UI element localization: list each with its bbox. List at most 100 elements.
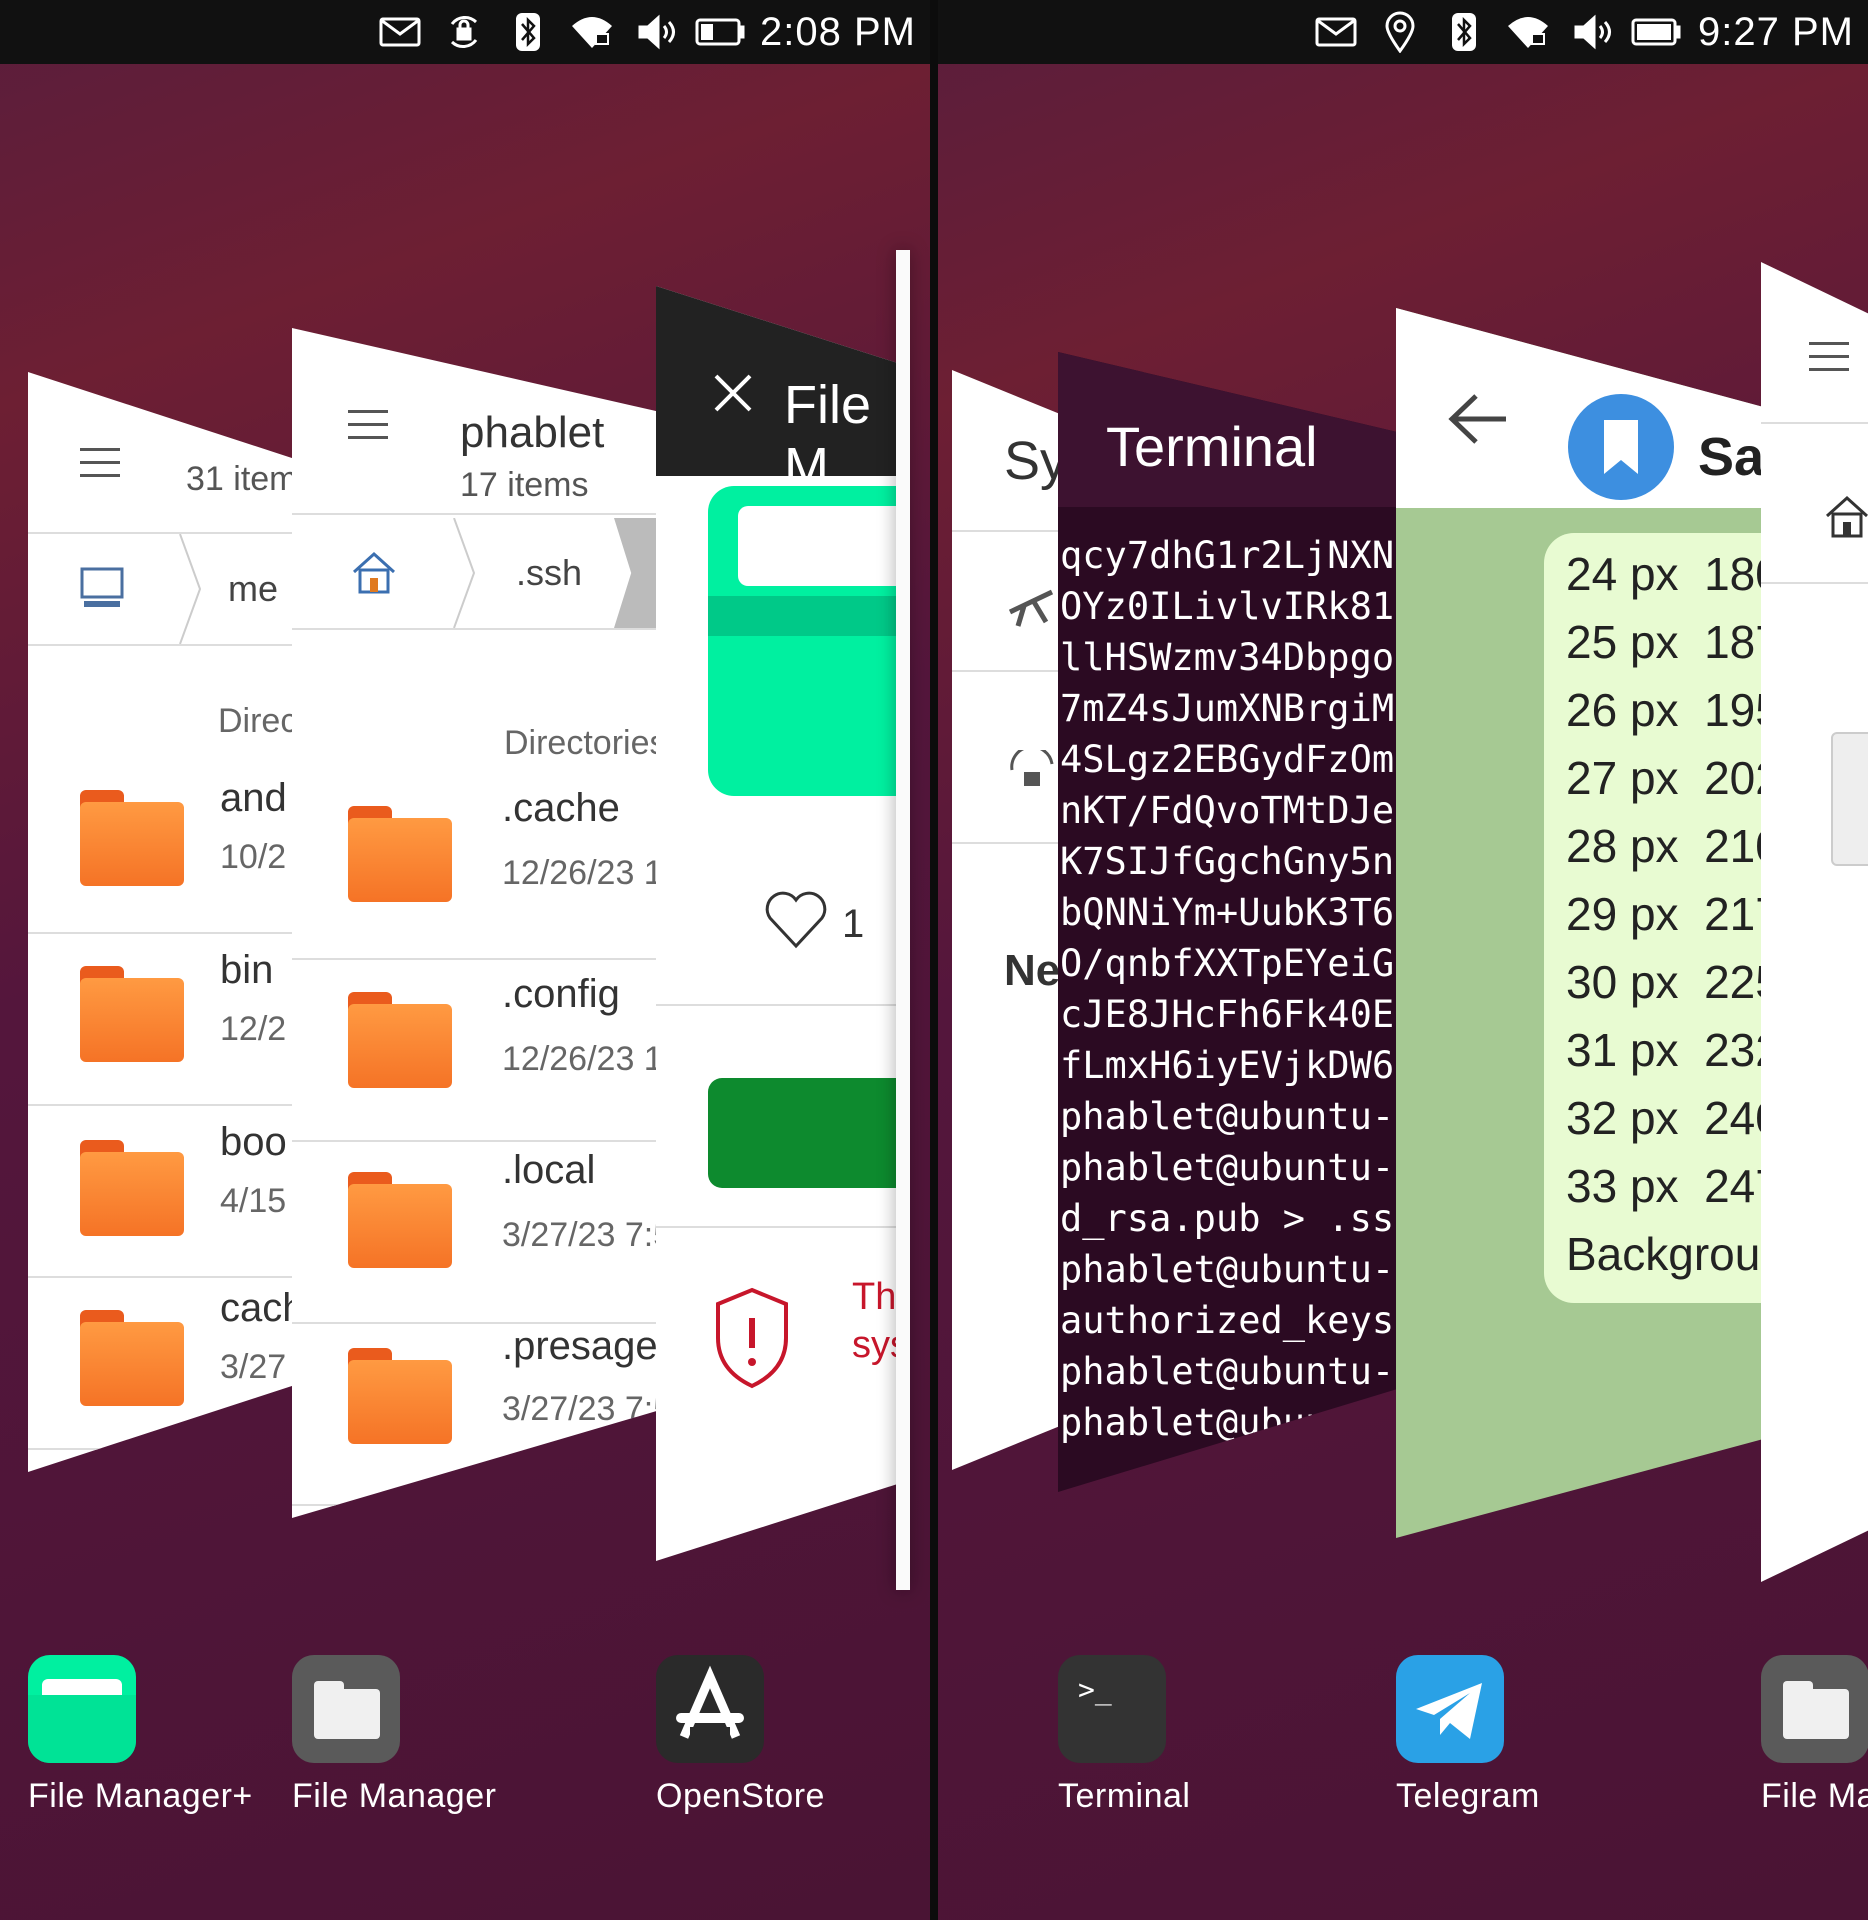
file-manager-icon bbox=[1761, 1655, 1868, 1763]
list-item[interactable]: .config 12/26/23 1: bbox=[292, 960, 657, 1142]
dock-label: File Manager bbox=[292, 1777, 497, 1815]
battery-icon bbox=[1624, 10, 1688, 54]
dock-openstore[interactable]: OpenStore bbox=[656, 1655, 824, 1815]
list-item[interactable]: .local 3/27/23 7:5 bbox=[292, 1142, 657, 1324]
font-size-value: 187 bbox=[1704, 616, 1761, 668]
terminal-line: cJE8JHcFh6Fk40E bbox=[1060, 993, 1395, 1036]
list-item[interactable]: .cache 12/26/23 1: bbox=[292, 774, 657, 960]
openstore-header: File M bbox=[656, 286, 896, 497]
dock-file-manager-plus[interactable]: File Manager+ bbox=[28, 1655, 252, 1815]
terminal-line: O/qnbfXXTpEYeiG bbox=[1060, 942, 1395, 985]
terminal-line: qcy7dhG1r2LjNXN bbox=[1060, 534, 1395, 577]
font-size-value: 217 bbox=[1704, 888, 1761, 940]
list-item[interactable]: .presage 3/27/23 7:5 bbox=[292, 1324, 657, 1506]
file-manager-window-card[interactable] bbox=[1761, 262, 1868, 1582]
row-date: 12/26/23 1: bbox=[502, 854, 657, 892]
terminal-line: bQNNiYm+UubK3T6 bbox=[1060, 891, 1395, 934]
dock-file-manager[interactable]: File Manager bbox=[292, 1655, 496, 1815]
terminal-line: phablet@ubuntu- bbox=[1060, 1146, 1395, 1189]
item-count: 31 item bbox=[186, 460, 298, 498]
home-icon[interactable] bbox=[1823, 494, 1868, 545]
terminal-window-card[interactable]: Terminal qcy7dhG1r2LjNXN OYz0ILivlvIRk81… bbox=[1058, 352, 1396, 1492]
row-name: boo bbox=[220, 1120, 287, 1164]
folder-icon bbox=[80, 790, 184, 886]
system-settings-card[interactable]: Sy Ne bbox=[952, 370, 1060, 1470]
folder-icon bbox=[348, 1348, 452, 1444]
volume-icon bbox=[624, 10, 688, 54]
message-text: Backgroun bbox=[1566, 1228, 1761, 1280]
shield-warning-icon bbox=[712, 1286, 792, 1395]
terminal-icon: >_ bbox=[1058, 1655, 1166, 1763]
mail-icon bbox=[1304, 10, 1368, 54]
breadcrumb-segment[interactable]: me bbox=[228, 534, 278, 644]
settings-title: Sy bbox=[1004, 431, 1060, 491]
heart-icon[interactable] bbox=[764, 890, 828, 955]
list-item[interactable]: and 10/2 bbox=[28, 762, 298, 934]
dock-telegram[interactable]: Telegram bbox=[1396, 1655, 1539, 1815]
window-card-edge[interactable] bbox=[896, 250, 910, 1590]
saved-messages-avatar bbox=[1568, 394, 1674, 500]
dock-file-manager[interactable]: File Ma bbox=[1761, 1655, 1868, 1815]
right-phone-screen: 9:27 PM Sy Ne Terminal qcy7dhG1r2LjNXN O… bbox=[938, 0, 1868, 1920]
menu-icon[interactable] bbox=[348, 410, 388, 440]
warning-text: Thi bbox=[852, 1276, 896, 1318]
section-header: Direc bbox=[218, 702, 298, 740]
location-icon bbox=[1368, 10, 1432, 54]
terminal-line: d_rsa.pub > .ss bbox=[1060, 1197, 1395, 1240]
row-name: .cache bbox=[502, 786, 620, 830]
battery-icon bbox=[688, 10, 752, 54]
list-item[interactable]: boo 4/15 bbox=[28, 1106, 298, 1278]
message-bubble[interactable]: 24 px 180 25 px 187 26 px 195 27 px 202 … bbox=[1544, 533, 1761, 1303]
close-icon[interactable] bbox=[712, 372, 754, 419]
font-size-value: 240 bbox=[1704, 1092, 1761, 1144]
file-manager-window-card[interactable]: 31 item me Direc and 10/2 bin 12/2 boo 4… bbox=[28, 372, 298, 1472]
openstore-app-card[interactable]: File M 1 Thi sys bbox=[656, 286, 896, 1561]
list-item[interactable]: bin 12/2 bbox=[28, 934, 298, 1106]
left-phone-screen: 2:08 PM 31 item me Direc and 10/2 bin 12… bbox=[0, 0, 930, 1920]
font-size-label: 29 px bbox=[1566, 888, 1679, 940]
font-size-label: 30 px bbox=[1566, 956, 1679, 1008]
status-bar: 9:27 PM bbox=[938, 0, 1868, 64]
row-date: 3/27/23 7:5 bbox=[502, 1216, 657, 1254]
menu-icon[interactable] bbox=[1809, 342, 1849, 372]
folder-icon bbox=[348, 1172, 452, 1268]
row-name: cach bbox=[220, 1286, 298, 1330]
font-size-label: 25 px bbox=[1566, 616, 1679, 668]
rotation-lock-icon[interactable] bbox=[1006, 745, 1060, 805]
app-logo bbox=[708, 486, 896, 796]
list-item[interactable]: cach 3/27 bbox=[28, 1278, 298, 1450]
font-size-value: 210 bbox=[1704, 820, 1761, 872]
terminal-line: phablet@ubuntu- bbox=[1060, 1248, 1395, 1291]
row-date: 10/2 bbox=[220, 838, 287, 876]
chat-title: Sav bbox=[1698, 427, 1761, 487]
dock-label: Telegram bbox=[1396, 1777, 1540, 1815]
openstore-icon bbox=[656, 1655, 764, 1763]
row-date: 12/2 bbox=[220, 1010, 287, 1048]
computer-icon[interactable] bbox=[78, 534, 126, 644]
warning-text: sys bbox=[852, 1324, 896, 1366]
font-size-label: 26 px bbox=[1566, 684, 1679, 736]
folder-icon bbox=[348, 992, 452, 1088]
row-date: 12/26/23 1: bbox=[502, 1040, 657, 1078]
breadcrumb-segment[interactable]: .ssh bbox=[516, 518, 582, 628]
dialog-edge bbox=[1831, 732, 1868, 866]
telegram-window-card[interactable]: Sav 24 px 180 25 px 187 26 px 195 27 px … bbox=[1396, 308, 1761, 1538]
volume-icon bbox=[1560, 10, 1624, 54]
bluetooth-icon bbox=[496, 10, 560, 54]
phablet-file-manager-card[interactable]: phablet 17 items .ssh Directories .cache… bbox=[292, 328, 657, 1518]
font-size-value: 202 bbox=[1704, 752, 1761, 804]
terminal-line: 7mZ4sJumXNBrgiM bbox=[1060, 687, 1395, 730]
item-count: 17 items bbox=[460, 466, 589, 504]
telegram-icon bbox=[1396, 1655, 1504, 1763]
dock-terminal[interactable]: >_ Terminal bbox=[1058, 1655, 1190, 1815]
menu-icon[interactable] bbox=[80, 448, 120, 478]
row-name: .presage bbox=[502, 1324, 657, 1368]
font-size-value: 195 bbox=[1704, 684, 1761, 736]
back-arrow-icon[interactable] bbox=[1448, 392, 1508, 451]
terminal-output[interactable]: qcy7dhG1r2LjNXN OYz0ILivlvIRk81 llHSWzmv… bbox=[1060, 530, 1396, 1448]
install-button[interactable] bbox=[708, 1078, 896, 1188]
home-icon[interactable] bbox=[350, 518, 398, 628]
airplane-icon[interactable] bbox=[1006, 582, 1056, 637]
section-header: Directories bbox=[504, 724, 657, 762]
font-size-value: 232 bbox=[1704, 1024, 1761, 1076]
